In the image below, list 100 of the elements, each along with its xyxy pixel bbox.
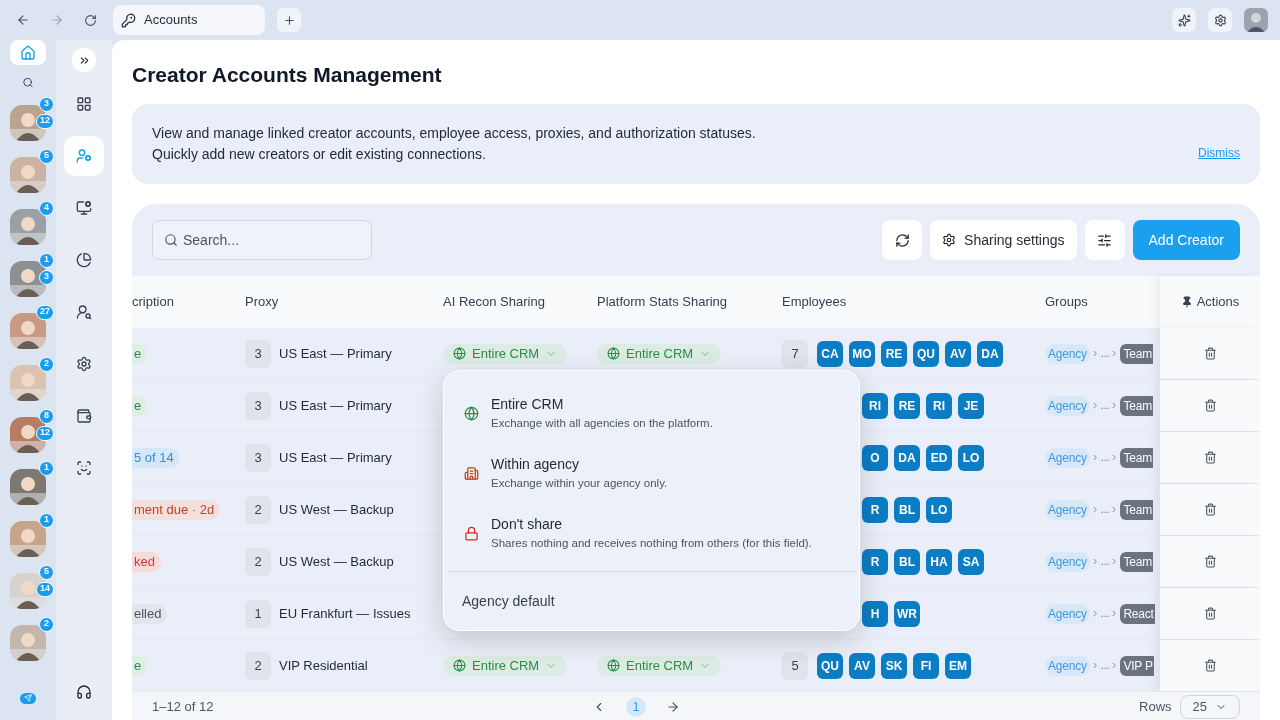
employee-avatar[interactable]: AV [849, 652, 875, 679]
employee-avatar[interactable]: EM [945, 652, 971, 679]
column-header: cription [132, 293, 174, 312]
sharing-settings-button[interactable]: Sharing settings [930, 220, 1077, 260]
refresh-button[interactable] [882, 220, 923, 260]
employee-avatar[interactable]: LO [958, 444, 984, 471]
chevron-icon [1112, 402, 1118, 409]
option-title: Don't share [491, 514, 564, 534]
group-tag: Agency [1045, 655, 1090, 676]
employee-avatar[interactable]: LO [926, 496, 952, 523]
sliders-icon [1097, 232, 1112, 248]
page-title: Creator Accounts Management [132, 62, 443, 88]
globe-icon [453, 347, 466, 360]
employee-avatar[interactable]: RE [894, 392, 920, 419]
next-page-icon[interactable] [666, 700, 680, 714]
employee-avatar[interactable]: SK [881, 652, 907, 679]
proxy-count: 3 [245, 443, 271, 472]
employee-avatar[interactable]: QU [817, 652, 843, 679]
column-header: Employees [782, 293, 847, 312]
proxy-count: 3 [245, 339, 271, 368]
grid-icon [76, 96, 92, 112]
chevron-icon [1112, 350, 1118, 357]
expand-button[interactable] [72, 48, 96, 72]
employee-avatar[interactable]: MO [849, 340, 875, 367]
globe-icon [607, 659, 620, 672]
delete-icon[interactable] [1203, 503, 1217, 516]
sharing-dropdown[interactable]: Entire CRM [443, 655, 568, 676]
group-tag: Agency [1045, 447, 1090, 468]
employee-avatar[interactable]: RI [862, 392, 888, 419]
home-icon [20, 44, 36, 61]
sparkle-button[interactable] [1172, 8, 1196, 32]
sharing-dropdown[interactable]: Entire CRM [597, 343, 722, 364]
employee-avatar[interactable]: AV [945, 340, 971, 367]
employee-avatar[interactable]: HA [926, 548, 952, 575]
search-icon[interactable] [20, 77, 36, 89]
status-badge: e [132, 395, 148, 416]
employee-avatar[interactable]: H [862, 600, 888, 627]
filter-button[interactable] [1084, 220, 1125, 260]
subgroup-tag: Team [1120, 395, 1153, 416]
dismiss-link[interactable]: Dismiss [1198, 144, 1240, 162]
count-badge: 1 [39, 460, 54, 476]
chevron-icon [1112, 454, 1118, 461]
employee-avatar[interactable]: QU [913, 340, 939, 367]
menu-option[interactable]: Agency default [444, 572, 859, 630]
employee-avatar[interactable]: FI [913, 652, 939, 679]
employee-avatar[interactable]: CA [817, 340, 843, 367]
employee-avatar[interactable]: R [862, 548, 888, 575]
menu-option[interactable]: Don't share Shares nothing and receives nothing from others (for this field). [444, 503, 859, 563]
proxy-name: US East — Primary [279, 448, 392, 467]
menu-option[interactable]: Entire CRM Exchange with all agencies on the platform. [444, 383, 859, 443]
sharing-dropdown[interactable]: Entire CRM [597, 655, 722, 676]
employee-avatar[interactable]: BL [894, 496, 920, 523]
back-icon[interactable] [16, 13, 30, 27]
group-tag: Agency [1045, 551, 1090, 572]
delete-icon[interactable] [1203, 607, 1217, 620]
user-gear-icon [76, 148, 92, 164]
delete-icon[interactable] [1203, 555, 1217, 568]
search-field[interactable]: Search... [152, 220, 372, 260]
sparkle-icon [1177, 13, 1191, 27]
employee-avatar[interactable]: JE [958, 392, 984, 419]
employee-avatar[interactable]: ED [926, 444, 952, 471]
employee-avatar[interactable]: DA [894, 444, 920, 471]
status-badge: ment due · 2d [132, 499, 221, 520]
proxy-count: 2 [245, 651, 271, 680]
employee-avatar[interactable]: SA [958, 548, 984, 575]
proxy-count: 1 [245, 599, 271, 628]
globe-icon [607, 347, 620, 360]
delete-icon[interactable] [1203, 399, 1217, 412]
delete-icon[interactable] [1203, 659, 1217, 672]
delete-icon[interactable] [1203, 347, 1217, 360]
headset-icon[interactable] [76, 684, 92, 700]
browser-tab[interactable]: Accounts [113, 5, 265, 35]
proxy-count: 3 [245, 391, 271, 420]
employee-avatar[interactable]: O [862, 444, 888, 471]
employee-avatar[interactable]: BL [894, 548, 920, 575]
key-icon [121, 12, 136, 28]
info-text: View and manage linked creator accounts, employee access, proxies, and authorization statuses. [152, 124, 756, 143]
add-creator-button[interactable]: Add Creator [1132, 220, 1240, 260]
option-description: Exchange with all agencies on the platform. [491, 415, 713, 431]
page-number[interactable]: 1 [626, 697, 646, 717]
rows-select[interactable]: 25 [1179, 695, 1240, 719]
employee-avatar[interactable]: DA [977, 340, 1003, 367]
employee-avatar[interactable]: R [862, 496, 888, 523]
settings-icon [76, 356, 92, 372]
column-header: Proxy [245, 293, 279, 312]
chevron-icon [1112, 506, 1118, 513]
column-header: Groups [1045, 293, 1088, 312]
subgroup-tag: Team [1120, 343, 1153, 364]
sharing-dropdown[interactable]: Entire CRM [443, 343, 568, 364]
option-description: Exchange within your agency only. [491, 475, 668, 491]
new-tab-button[interactable] [277, 8, 301, 32]
employee-avatar[interactable]: RI [926, 392, 952, 419]
count-badge: 5 [39, 564, 54, 580]
employee-avatar[interactable]: WR [894, 600, 920, 627]
refresh-icon [894, 232, 910, 248]
reload-icon[interactable] [84, 13, 97, 27]
menu-option[interactable]: Within agency Exchange within your agency only. [444, 443, 859, 503]
employee-avatar[interactable]: RE [881, 340, 907, 367]
settings-button[interactable] [1208, 8, 1232, 32]
delete-icon[interactable] [1203, 451, 1217, 464]
